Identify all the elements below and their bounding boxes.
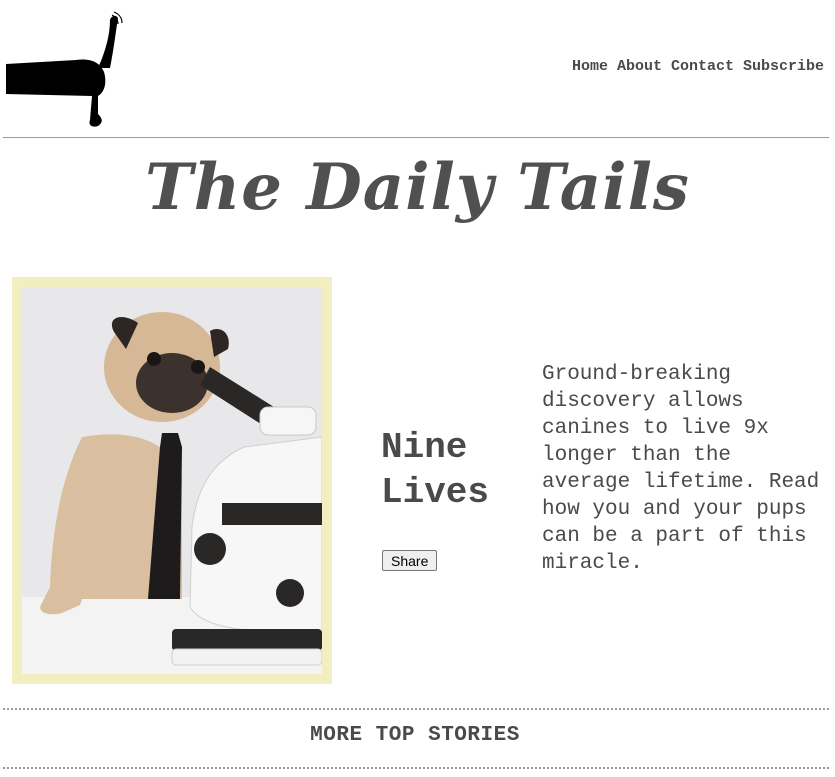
section-divider-bottom — [3, 767, 829, 769]
share-button[interactable]: Share — [382, 550, 438, 571]
nav-link-subscribe[interactable]: Subscribe — [743, 58, 824, 75]
more-top-stories-heading: MORE TOP STORIES — [310, 724, 520, 747]
nav-link-contact[interactable]: Contact — [671, 58, 734, 75]
dog-silhouette-logo-icon[interactable] — [6, 10, 124, 130]
story-blurb: Ground-breaking discovery allows canines… — [542, 363, 820, 575]
site-title: The Daily Tails — [145, 150, 690, 225]
site-header: Home About Contact Subscribe — [0, 0, 835, 138]
pug-with-microscope-image — [22, 287, 322, 674]
story-photo[interactable] — [22, 287, 322, 674]
section-divider-top — [3, 708, 829, 710]
story-title: Nine Lives — [381, 427, 490, 513]
header-divider — [3, 137, 829, 138]
nav-link-home[interactable]: Home — [572, 58, 608, 75]
nav-link-about[interactable]: About — [617, 58, 662, 75]
main-nav: Home About Contact Subscribe — [572, 58, 824, 75]
story-photo-frame — [12, 277, 332, 684]
